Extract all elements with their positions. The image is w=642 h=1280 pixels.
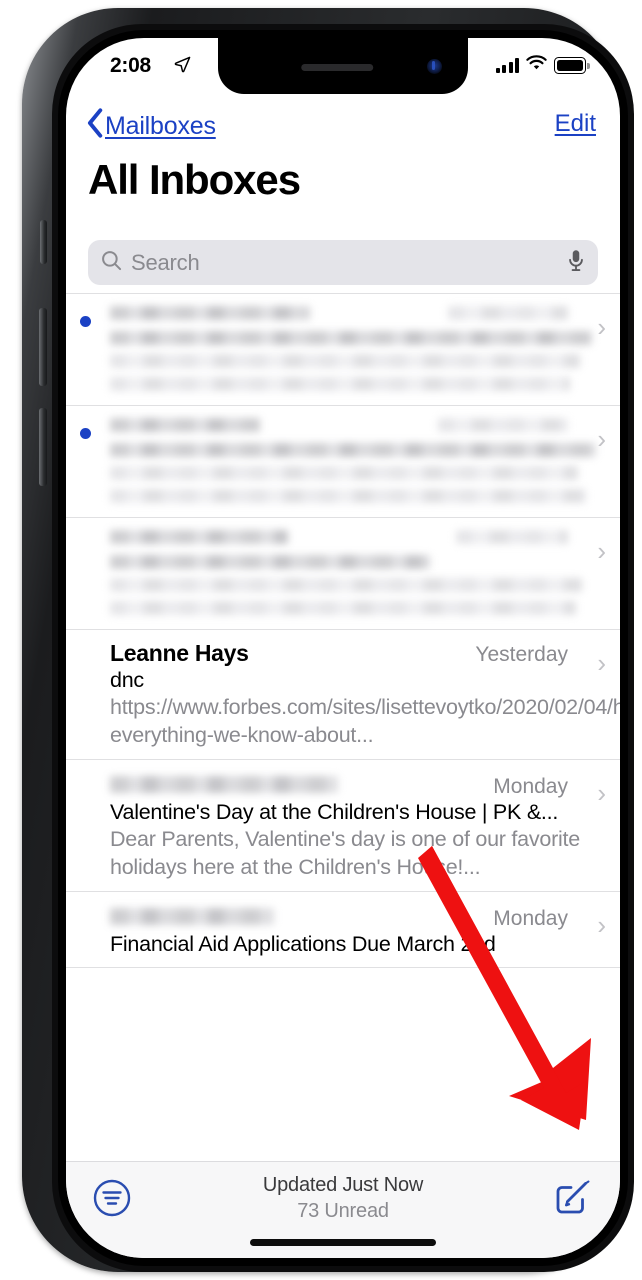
blurred-preview: [110, 489, 586, 503]
mailbox-status: Updated Just Now 73 Unread: [66, 1174, 620, 1223]
volume-down-button[interactable]: [39, 408, 47, 486]
search-field[interactable]: Search: [88, 240, 598, 285]
search-placeholder: Search: [131, 249, 200, 275]
updated-text: Updated Just Now: [262, 1174, 424, 1196]
blurred-subject: [110, 331, 592, 345]
list-item[interactable]: ›: [66, 518, 620, 630]
message-sender: Leanne Hays: [110, 640, 249, 666]
search-icon: [101, 250, 122, 276]
page-title: All Inboxes: [88, 156, 301, 203]
home-indicator[interactable]: [250, 1239, 436, 1246]
wifi-icon: [526, 55, 547, 76]
message-date: Yesterday: [475, 643, 568, 666]
volume-up-button[interactable]: [39, 308, 47, 386]
blurred-sender: [110, 530, 288, 544]
blurred-preview: [110, 354, 580, 368]
chevron-right-icon: ›: [597, 312, 606, 342]
unread-indicator: [80, 428, 91, 439]
blurred-sender: [110, 776, 338, 794]
blurred-sender: [110, 306, 310, 320]
unread-indicator: [80, 316, 91, 327]
message-preview: https://www.forbes.com/sites/lisettevoyt…: [110, 695, 620, 747]
silent-switch[interactable]: [40, 220, 47, 264]
phone-frame: 2:08 Mailboxes Edit All Inboxes Search ›…: [22, 8, 634, 1272]
list-item[interactable]: › Monday Financial Aid Applications Due …: [66, 892, 620, 969]
front-camera: [427, 59, 442, 74]
blurred-sender: [110, 418, 260, 432]
message-preview: Dear Parents, Valentine's day is one of …: [110, 827, 580, 879]
blurred-subject: [110, 555, 430, 569]
blurred-preview: [110, 466, 578, 480]
phone-screen: 2:08 Mailboxes Edit All Inboxes Search ›…: [66, 38, 620, 1258]
blurred-preview: [110, 578, 582, 592]
unread-count: 73 Unread: [297, 1200, 389, 1222]
compose-icon: [552, 1180, 594, 1222]
bottom-toolbar: Updated Just Now 73 Unread: [66, 1161, 620, 1258]
battery-full-icon: [554, 57, 590, 74]
status-indicators: [495, 55, 590, 76]
blurred-preview: [110, 377, 570, 391]
list-item[interactable]: ›: [66, 293, 620, 406]
cellular-signal-icon: [495, 58, 519, 73]
list-item[interactable]: › Monday Valentine's Day at the Children…: [66, 760, 620, 893]
location-arrow-icon: [174, 56, 191, 78]
blurred-date: [456, 530, 568, 544]
blurred-date: [448, 306, 568, 320]
message-subject: Valentine's Day at the Children's House …: [110, 800, 559, 825]
message-subject: dnc: [110, 668, 144, 692]
message-list[interactable]: › › › › Leanne Hays Yesterday dnc https:…: [66, 293, 620, 1162]
microphone-icon[interactable]: [568, 249, 584, 277]
blurred-preview: [110, 601, 576, 615]
blurred-sender: [110, 908, 274, 926]
chevron-left-icon: [86, 108, 103, 145]
edit-button[interactable]: Edit: [555, 110, 596, 138]
chevron-right-icon: ›: [597, 648, 606, 678]
back-button-label: Mailboxes: [105, 112, 216, 140]
blurred-subject: [110, 443, 596, 457]
chevron-right-icon: ›: [597, 536, 606, 566]
chevron-right-icon: ›: [597, 778, 606, 809]
screenshot-root: 2:08 Mailboxes Edit All Inboxes Search ›…: [0, 0, 642, 1280]
navigation-bar: Mailboxes Edit: [66, 94, 620, 156]
list-item[interactable]: › Leanne Hays Yesterday dnc https://www.…: [66, 630, 620, 761]
chevron-right-icon: ›: [597, 910, 606, 941]
chevron-right-icon: ›: [597, 424, 606, 454]
message-date: Monday: [493, 775, 568, 799]
back-to-mailboxes-button[interactable]: Mailboxes: [86, 108, 216, 145]
message-subject: Financial Aid Applications Due March 2nd: [110, 932, 496, 957]
list-item[interactable]: ›: [66, 406, 620, 518]
message-date: Monday: [493, 907, 568, 931]
blurred-date: [438, 418, 568, 432]
earpiece-speaker: [301, 64, 374, 71]
compose-button[interactable]: [552, 1176, 594, 1223]
status-time: 2:08: [110, 54, 151, 77]
